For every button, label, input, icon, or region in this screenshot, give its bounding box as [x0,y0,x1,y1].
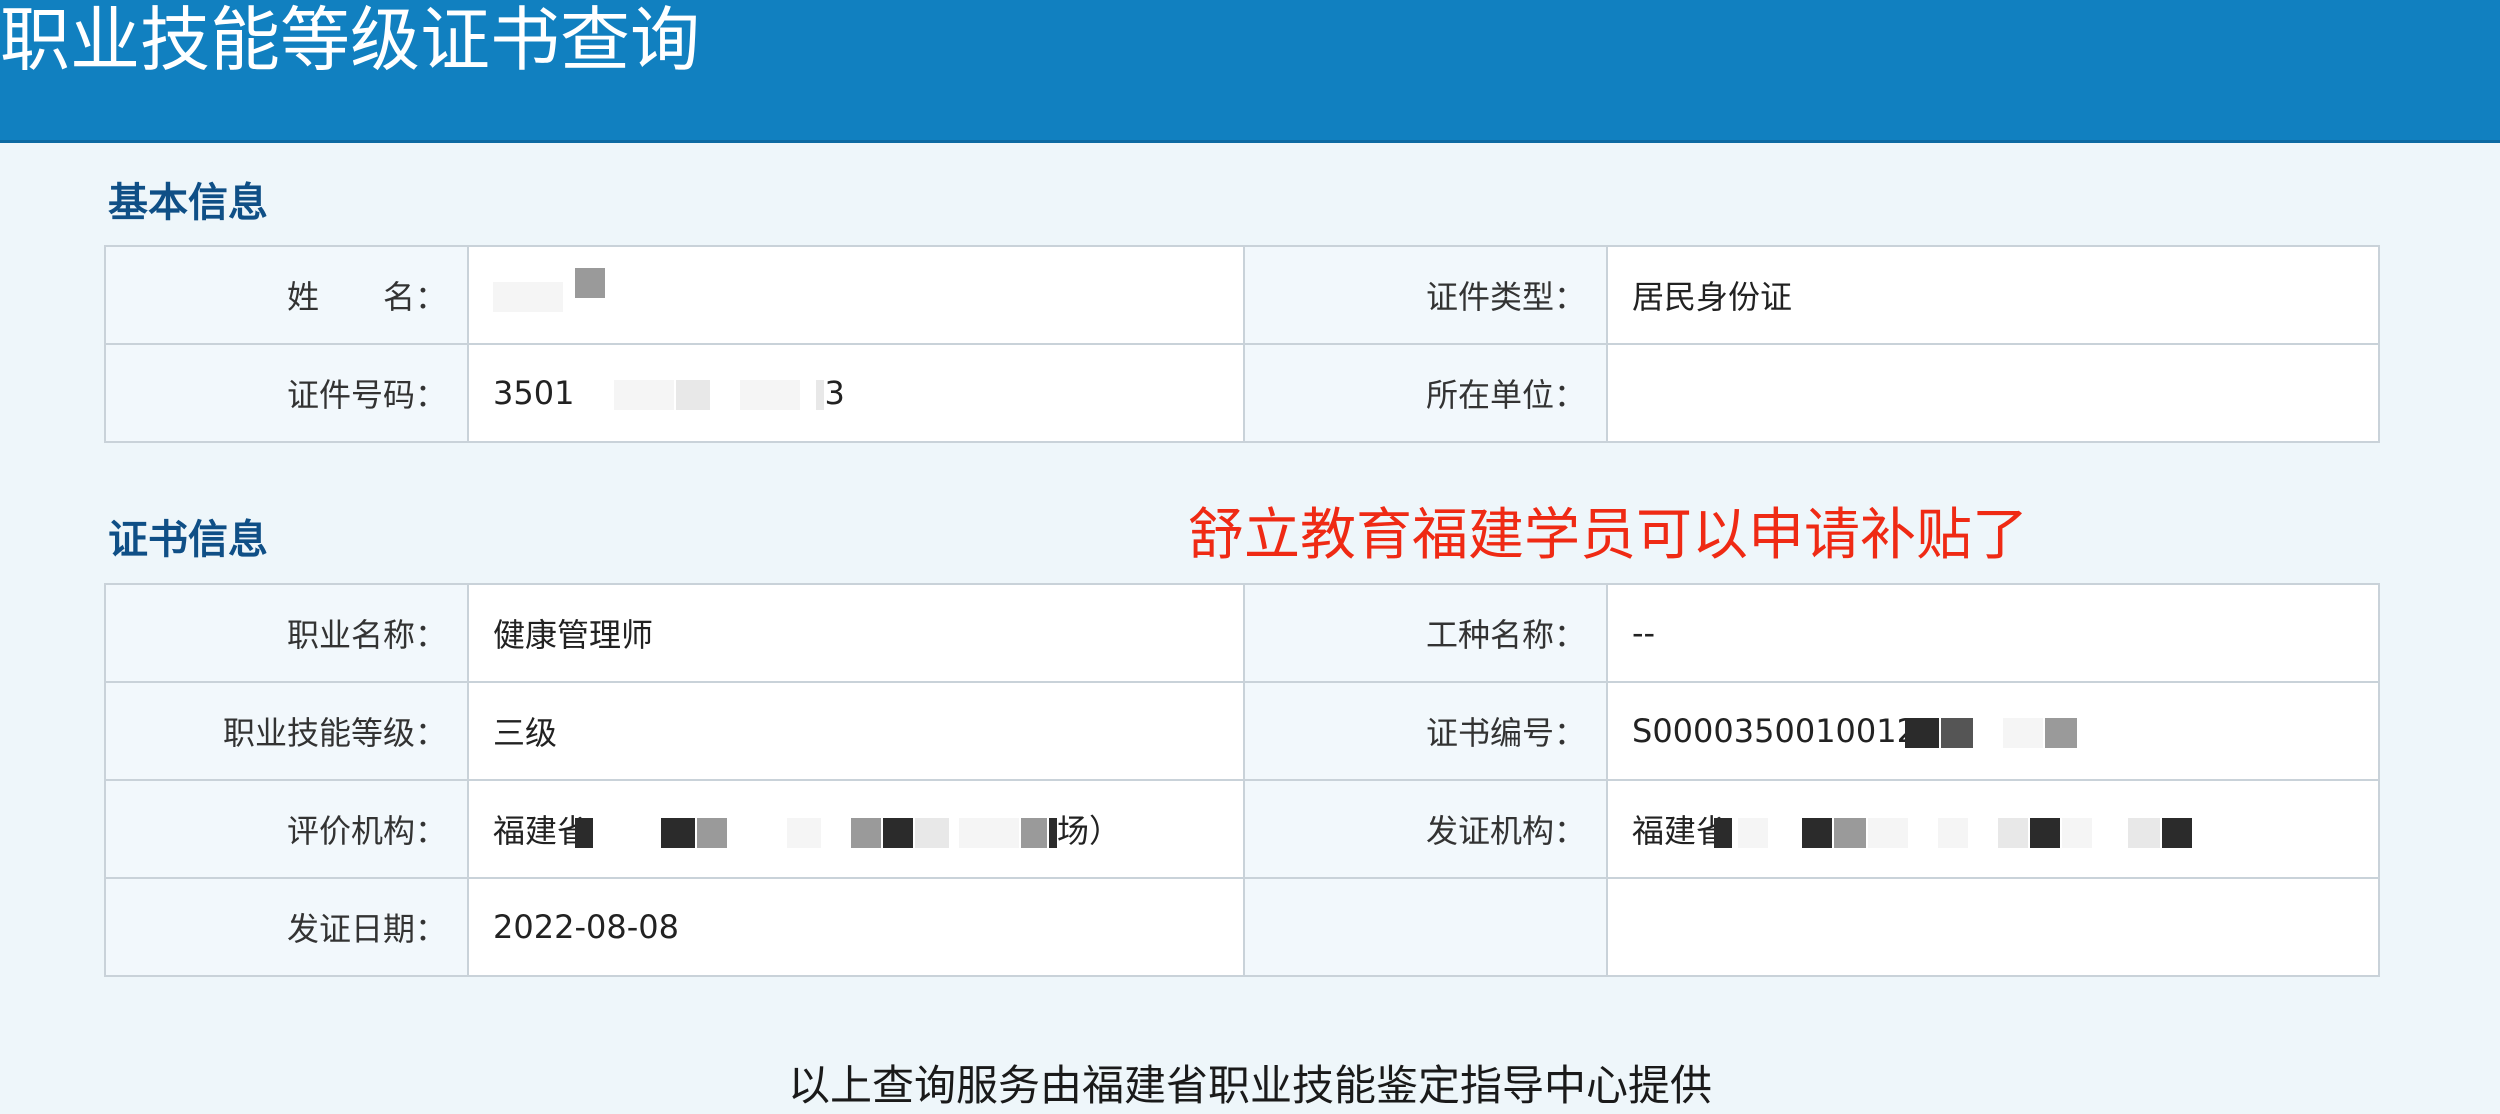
subsidy-annotation: 舒立教育福建学员可以申请补贴了 [1188,503,2028,568]
redaction-mask [959,818,1020,848]
page-title: 职业技能等级证书查询 [0,0,700,81]
basic-info-section-title: 基本信息 [108,180,268,226]
redaction-mask [676,380,711,410]
table-row: 发证日期： 2022-08-08 [104,877,2380,977]
occupation-value: 健康管理师 [467,583,1245,683]
redaction-mask [1714,818,1733,848]
table-row: 姓 名： 证件类型： 居民身份证 [104,245,2380,345]
redaction-mask [1738,818,1769,848]
footer-credit: 以上查询服务由福建省职业技能鉴定指导中心提供 [787,1061,1712,1110]
level-label: 职业技能等级： [104,681,469,781]
table-row: 职业技能等级： 三级 证书编号： S0000350010012 [104,681,2380,781]
redaction-mask [697,818,728,848]
redaction-mask [1802,818,1833,848]
table-row: 证件号码： 3501 3 所在单位： [104,343,2380,443]
evaluator-label: 评价机构： [104,779,469,879]
redaction-mask [1998,818,2029,848]
cert-number-label: 证书编号： [1243,681,1608,781]
redaction-mask [915,818,950,848]
cert-info-table: 职业名称： 健康管理师 工种名称： -- 职业技能等级： 三级 证书编号： S0… [104,583,2380,977]
issuer-value: 福建省 [1606,779,2380,879]
name-label: 姓 名： [104,245,469,345]
level-value: 三级 [467,681,1245,781]
id-type-label: 证件类型： [1243,245,1608,345]
redaction-mask [1940,718,1973,748]
redaction-mask [661,818,696,848]
redaction-mask [1021,818,1048,848]
redaction-mask [1904,718,1939,748]
id-number-value: 3501 3 [467,343,1245,443]
job-type-value: -- [1606,583,2380,683]
employer-label: 所在单位： [1243,343,1608,443]
redaction-mask [2062,818,2093,848]
redaction-mask [2128,818,2161,848]
issue-date-label: 发证日期： [104,877,469,977]
empty-value-cell [1606,877,2380,977]
empty-label-cell [1243,877,1608,977]
redaction-mask [2030,818,2061,848]
table-row: 评价机构： 福建省 场） 发证机构： 福建省 [104,779,2380,879]
issuer-label: 发证机构： [1243,779,1608,879]
job-type-label: 工种名称： [1243,583,1608,683]
evaluator-value: 福建省 场） [467,779,1245,879]
redaction-mask [575,818,594,848]
redaction-mask [883,818,914,848]
page-header: 职业技能等级证书查询 [0,0,2500,143]
cert-info-section-title: 证书信息 [108,517,268,563]
redaction-mask [614,380,675,410]
issue-date-value: 2022-08-08 [467,877,1245,977]
table-row: 职业名称： 健康管理师 工种名称： -- [104,583,2380,683]
redaction-mask [740,380,801,410]
redaction-mask [1049,818,1058,848]
redaction-mask [2002,718,2043,748]
basic-info-table: 姓 名： 证件类型： 居民身份证 证件号码： 3501 3 所在单位： [104,245,2380,443]
cert-number-value: S0000350010012 [1606,681,2380,781]
occupation-label: 职业名称： [104,583,469,683]
redaction-mask [575,268,606,298]
redaction-mask [2044,718,2077,748]
redaction-mask [493,282,563,312]
redaction-mask [2162,818,2193,848]
redaction-mask [851,818,882,848]
redaction-mask [1834,818,1867,848]
redaction-mask [1868,818,1909,848]
id-number-label: 证件号码： [104,343,469,443]
employer-value [1606,343,2380,443]
redaction-mask [787,818,822,848]
redaction-mask [1938,818,1969,848]
name-value [467,245,1245,345]
id-type-value: 居民身份证 [1606,245,2380,345]
